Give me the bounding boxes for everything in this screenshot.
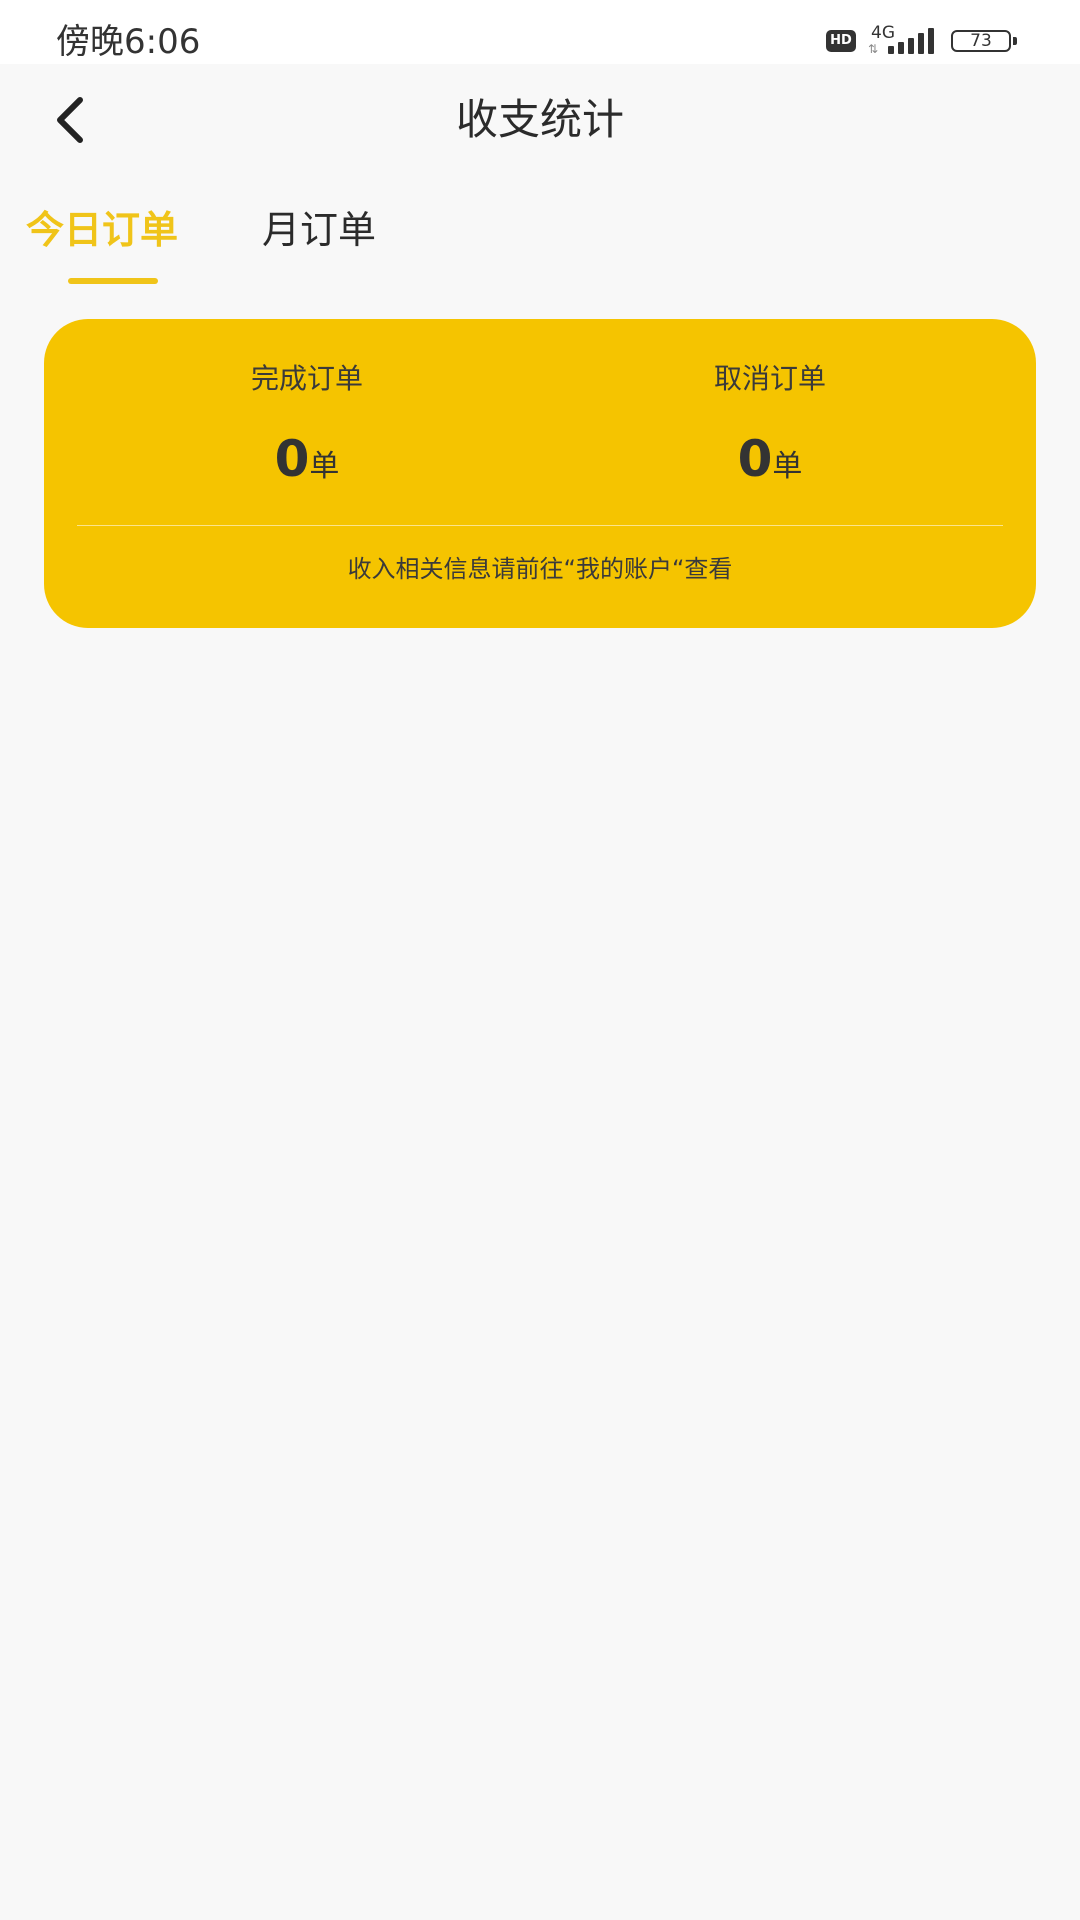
battery-icon: 73: [951, 30, 1011, 52]
signal-icon: [888, 28, 934, 54]
battery-cap: [1013, 37, 1017, 45]
income-info-note: 收入相关信息请前往“我的账户“查看: [347, 555, 733, 583]
completed-orders-count: 0: [274, 430, 310, 488]
cancelled-orders-label: 取消订单: [713, 362, 826, 395]
page-title: 收支统计: [455, 95, 624, 144]
stats-card: 完成订单 0单 取消订单 0单 收入相关信息请前往“我的账户“查看: [44, 319, 1036, 628]
completed-orders-label: 完成订单: [250, 362, 363, 395]
active-tab-indicator: [68, 278, 158, 284]
cancelled-orders-unit: 单: [772, 449, 803, 484]
completed-orders-unit: 单: [309, 449, 340, 484]
hd-badge: HD: [826, 30, 856, 52]
data-arrows-icon: ⇅: [868, 42, 879, 56]
tab-monthly-orders[interactable]: 月订单: [262, 204, 376, 256]
cancelled-orders-count: 0: [737, 430, 773, 488]
card-divider: [77, 525, 1003, 526]
tab-today-orders[interactable]: 今日订单: [26, 204, 178, 256]
status-bar: 傍晚6:06 HD 4G ⇅ 73: [0, 0, 1080, 64]
status-time: 傍晚6:06: [56, 22, 201, 62]
cancelled-orders-value: 0单: [620, 429, 920, 497]
completed-orders-value: 0单: [157, 429, 457, 497]
